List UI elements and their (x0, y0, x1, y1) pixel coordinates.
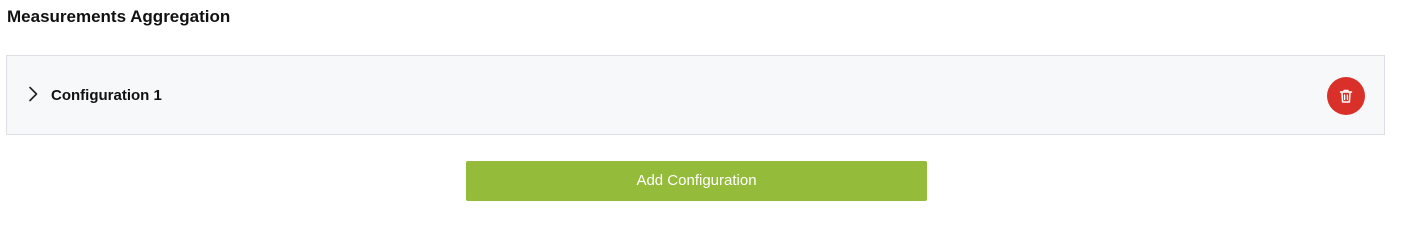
section-title: Measurements Aggregation (7, 7, 231, 26)
configuration-label: Configuration 1 (51, 87, 162, 104)
configuration-panel: Configuration 1 (6, 55, 1385, 135)
add-configuration-button[interactable]: Add Configuration (466, 161, 927, 201)
delete-configuration-button[interactable] (1327, 77, 1365, 115)
trash-icon (1338, 88, 1354, 104)
chevron-right-icon (27, 86, 39, 102)
configuration-toggle[interactable]: Configuration 1 (7, 56, 1384, 134)
